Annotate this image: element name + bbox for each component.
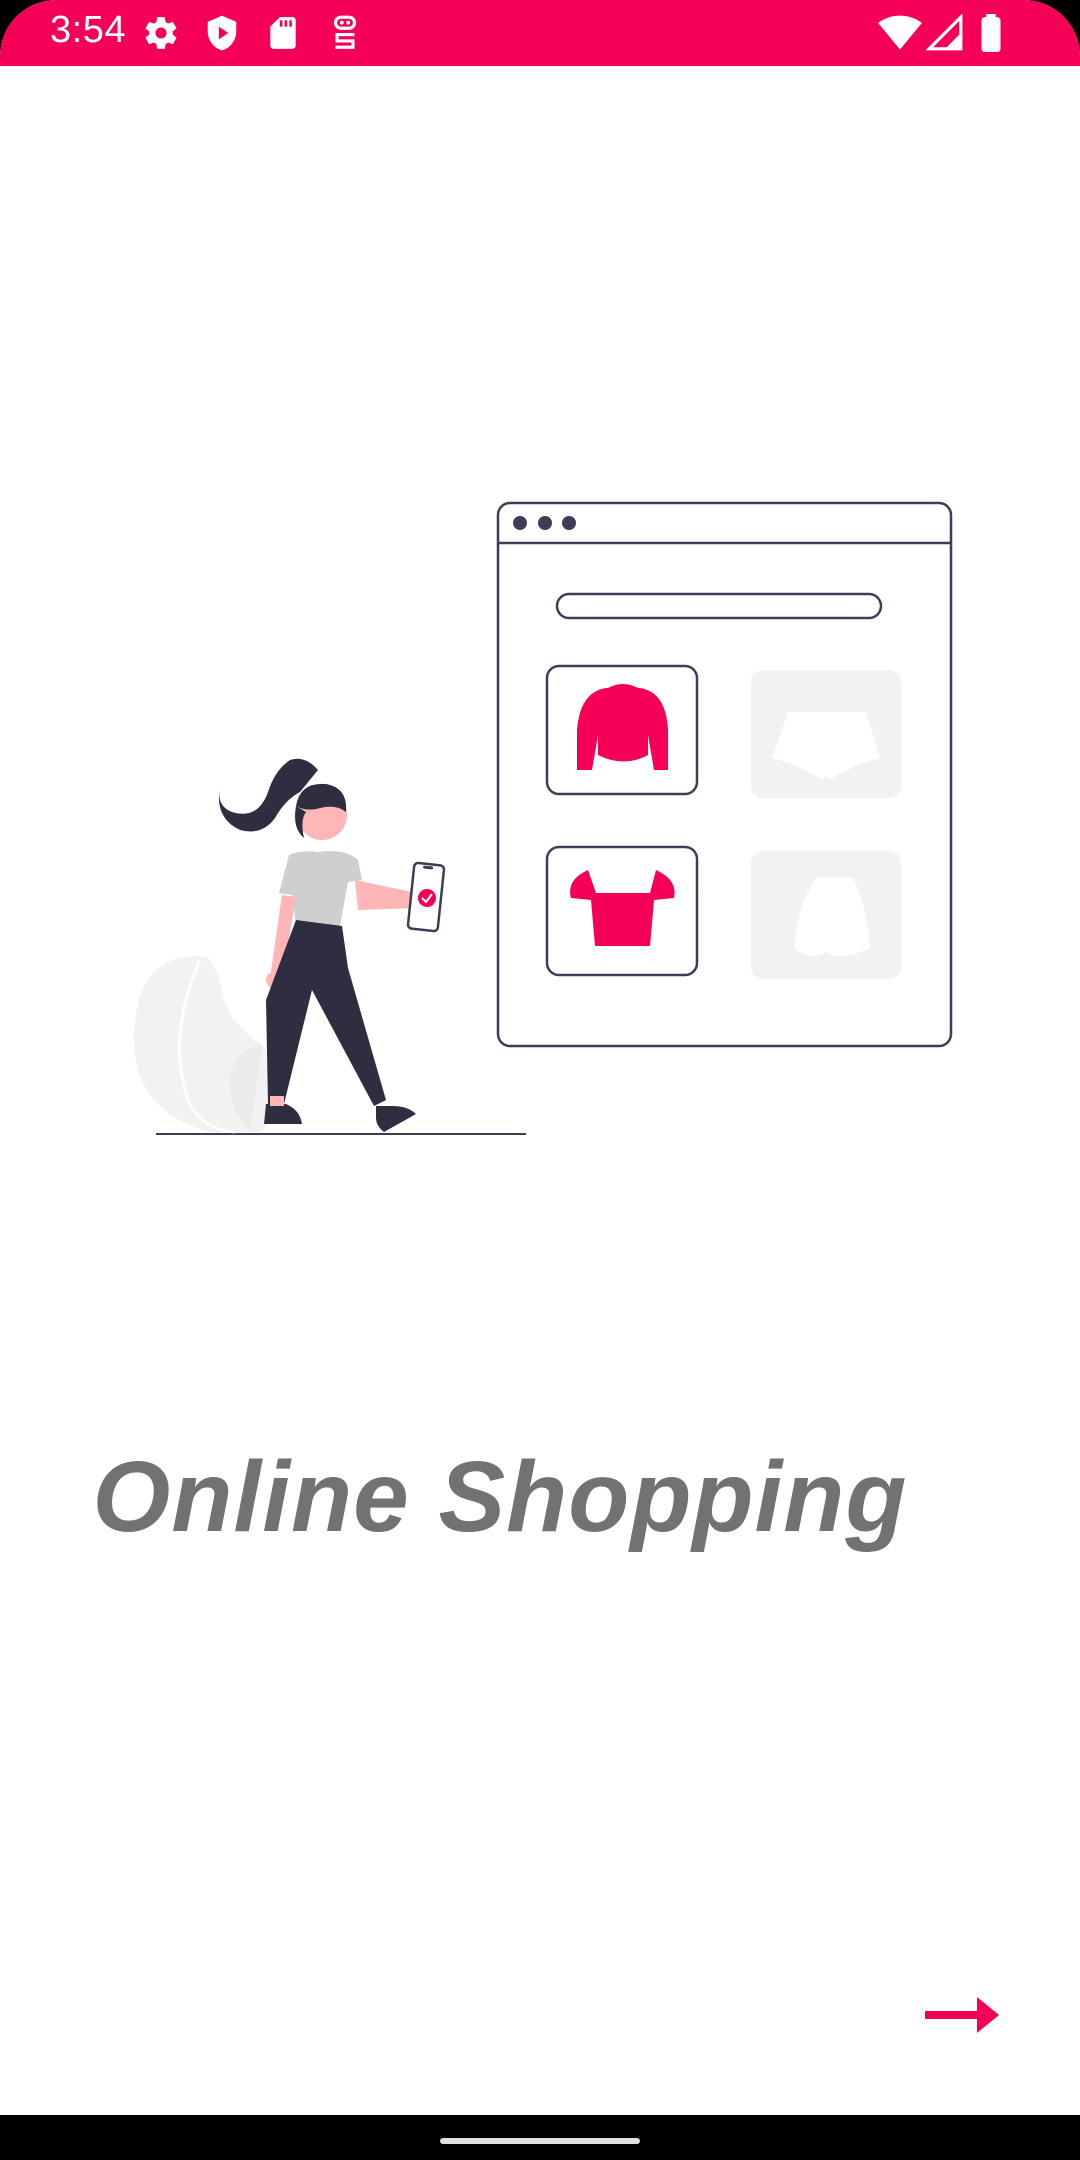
status-bar: 3:54	[0, 0, 1080, 66]
onboarding-title: Online Shopping	[92, 1441, 908, 1553]
home-gesture-handle[interactable]	[440, 2138, 640, 2144]
next-button[interactable]	[915, 1985, 1005, 2045]
battery-icon	[981, 14, 1001, 52]
online-shopping-illustration	[133, 501, 953, 1135]
status-time: 3:54	[50, 9, 126, 51]
plant-illustration	[133, 956, 281, 1134]
sync-icon	[333, 15, 357, 49]
shield-play-icon	[207, 15, 237, 51]
gear-icon	[145, 17, 177, 49]
arrow-right-icon	[925, 1997, 999, 2033]
wifi-icon	[878, 15, 922, 50]
onboarding-screen: 3:54 Online Shopping	[0, 0, 1080, 2160]
browser-window-illustration	[496, 501, 953, 1048]
signal-icon	[926, 14, 963, 51]
sd-card-icon	[270, 17, 296, 49]
